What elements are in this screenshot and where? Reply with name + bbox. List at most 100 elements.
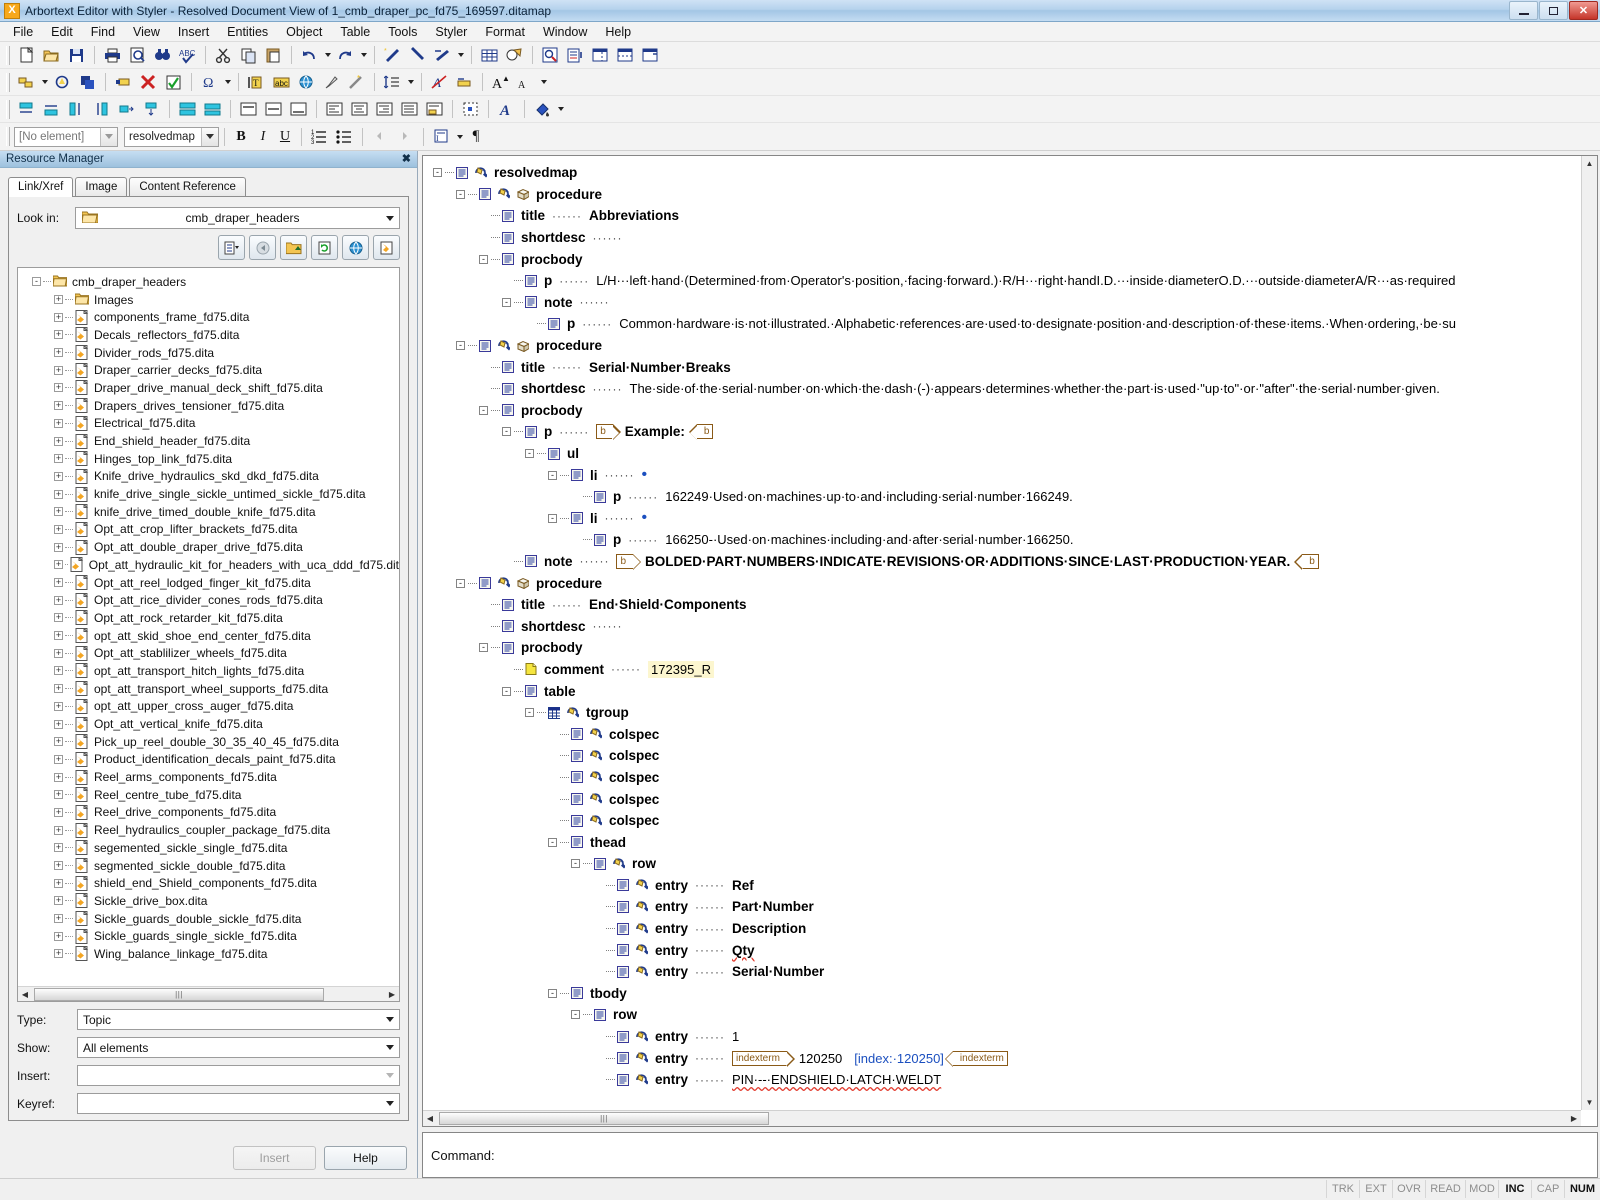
undo-dropdown-arrow[interactable] (322, 44, 333, 66)
doc-tree-node-entry[interactable]: + entry ······ Ref (423, 875, 1580, 897)
doc-tree-node-ul[interactable]: - ul (423, 443, 1580, 465)
resource-file-item[interactable]: + Opt_att_vertical_knife_fd75.dita (24, 715, 399, 733)
magic-wand-icon[interactable]: * (345, 71, 368, 93)
numbered-list-icon[interactable]: 123 (308, 126, 331, 148)
resource-file-item[interactable]: + opt_att_skid_shoe_end_center_fd75.dita (24, 627, 399, 645)
print-preview-icon[interactable] (126, 44, 149, 66)
object-properties-icon[interactable] (459, 98, 482, 120)
tree-expander[interactable]: - (456, 578, 465, 588)
doc-tree-node-p[interactable]: - p ······ b Example: b (423, 421, 1580, 443)
tree-expander[interactable]: + (54, 719, 63, 729)
font-dropdown-arrow[interactable] (538, 71, 549, 93)
italic-button[interactable]: I (252, 126, 274, 148)
doc-tree-node-entry[interactable]: + entry ······ Serial·Number (423, 961, 1580, 983)
resource-folder-item[interactable]: - cmb_draper_headers (24, 273, 399, 291)
toolbar-grip[interactable] (6, 72, 10, 92)
resource-file-item[interactable]: + Wing_balance_linkage_fd75.dita (24, 945, 399, 963)
tree-expander[interactable]: - (548, 988, 557, 998)
no-format-icon[interactable]: A (428, 71, 451, 93)
paragraph-block-middle-icon[interactable] (262, 98, 285, 120)
tree-expander[interactable]: - (479, 643, 488, 653)
insert-element-icon[interactable] (15, 71, 38, 93)
doc-tree-node-colspec[interactable]: + colspec (423, 767, 1580, 789)
tree-expander[interactable]: - (548, 837, 557, 847)
line-spacing-dropdown-arrow[interactable] (405, 71, 416, 93)
doc-tree-node-li[interactable]: - li ······ • (423, 508, 1580, 530)
resource-file-item[interactable]: + opt_att_transport_hitch_lights_fd75.dit… (24, 662, 399, 680)
show-select[interactable]: All elements (77, 1037, 400, 1058)
highlight-icon[interactable] (453, 71, 476, 93)
resource-file-item[interactable]: + segemented_sickle_single_fd75.dita (24, 839, 399, 857)
document-horizontal-scrollbar[interactable]: ◀ ||| ▶ (423, 1110, 1581, 1126)
tree-expander[interactable]: + (54, 489, 63, 499)
menu-entities[interactable]: Entities (218, 23, 277, 41)
tree-expander[interactable]: - (571, 859, 580, 869)
resource-file-item[interactable]: + Opt_att_reel_lodged_finger_kit_fd75.dit… (24, 574, 399, 592)
resource-file-item[interactable]: + shield_end_Shield_components_fd75.dita (24, 874, 399, 892)
toolbar-grip[interactable] (6, 127, 10, 146)
tree-expander[interactable]: + (54, 896, 63, 906)
line-spacing-icon[interactable] (381, 71, 404, 93)
file-tree-horizontal-scrollbar[interactable]: ◀ ||| ▶ (18, 986, 399, 1001)
tree-expander[interactable]: + (54, 754, 63, 764)
resource-file-item[interactable]: + Reel_centre_tube_fd75.dita (24, 786, 399, 804)
tree-expander[interactable]: + (54, 931, 63, 941)
tree-expander[interactable]: + (54, 790, 63, 800)
menu-find[interactable]: Find (82, 23, 124, 41)
menu-help[interactable]: Help (596, 23, 640, 41)
tree-expander[interactable]: + (54, 878, 63, 888)
split-cells-icon[interactable] (140, 98, 163, 120)
insert-text-icon[interactable]: T (245, 71, 268, 93)
tree-expander[interactable]: - (456, 341, 465, 351)
doc-tree-node-note[interactable]: note ······ b BOLDED·PART·NUMBERS·INDICATE·… (423, 551, 1580, 573)
doc-tree-node-li[interactable]: - li ······ • (423, 464, 1580, 486)
doc-tree-node-colspec[interactable]: + colspec (423, 810, 1580, 832)
resource-file-item[interactable]: + Opt_att_rock_retarder_kit_fd75.dita (24, 609, 399, 627)
toolbar-grip[interactable] (6, 45, 10, 65)
doc-tree-node-p[interactable]: p ······ 166250-·Used·on·machines·includin… (423, 529, 1580, 551)
page-layout-icon[interactable]: I (430, 126, 453, 148)
paste-icon[interactable] (262, 44, 285, 66)
tree-expander[interactable]: + (54, 861, 63, 871)
resource-file-item[interactable]: + Reel_drive_components_fd75.dita (24, 804, 399, 822)
minimize-button[interactable] (1509, 1, 1538, 20)
fill-color-dropdown-arrow[interactable] (555, 98, 566, 120)
tree-expander[interactable]: + (54, 348, 63, 358)
print-icon[interactable] (101, 44, 124, 66)
tree-expander[interactable]: + (54, 914, 63, 924)
tree-expander[interactable]: + (54, 666, 63, 676)
insert-element-dropdown-arrow[interactable] (39, 71, 50, 93)
back-button[interactable] (249, 235, 276, 260)
tree-expander[interactable]: + (54, 807, 63, 817)
doc-tree-node-colspec[interactable]: + colspec (423, 788, 1580, 810)
tree-expander[interactable]: + (54, 825, 63, 835)
doc-tree-node-procbody[interactable]: - procbody (423, 248, 1580, 270)
chevron-down-icon[interactable] (386, 1017, 394, 1022)
copy-icon[interactable] (237, 44, 260, 66)
doc-tree-node-thead[interactable]: - thead (423, 831, 1580, 853)
doc-tree-node-tbody[interactable]: - tbody (423, 983, 1580, 1005)
resource-file-item[interactable]: + Draper_drive_manual_deck_shift_fd75.dit… (24, 379, 399, 397)
resource-file-item[interactable]: + Reel_arms_components_fd75.dita (24, 768, 399, 786)
doc-tree-node-shortdesc[interactable]: shortdesc ······ The·side·of·the·serial·nu… (423, 378, 1580, 400)
scroll-thumb[interactable]: ||| (34, 987, 324, 1001)
help-button[interactable]: Help (324, 1146, 407, 1170)
status-inc[interactable]: INC (1498, 1179, 1531, 1198)
markup-dropdown-arrow[interactable] (455, 44, 466, 66)
insert-row-above-icon[interactable] (15, 98, 38, 120)
doc-tree-node-row[interactable]: - row (423, 1004, 1580, 1026)
tree-expander[interactable]: - (502, 297, 511, 307)
menu-file[interactable]: File (4, 23, 42, 41)
paragraph-block-bottom-icon[interactable] (287, 98, 310, 120)
text-wrap-icon[interactable] (423, 98, 446, 120)
doc-tree-node-entry[interactable]: + entry ······ Qty (423, 939, 1580, 961)
underline-button[interactable]: U (274, 126, 296, 148)
doc-tree-node-entry[interactable]: + entry ······ indexterm 120250 [index:·12025… (423, 1047, 1580, 1069)
chevron-down-icon[interactable] (386, 1073, 394, 1078)
doc-tree-node-title[interactable]: title ······ Abbreviations (423, 205, 1580, 227)
symbol-omega-icon[interactable]: Ω (198, 71, 221, 93)
type-select[interactable]: Topic (77, 1009, 400, 1030)
chevron-down-icon[interactable] (386, 1101, 394, 1106)
open-folder-icon[interactable] (40, 44, 63, 66)
tree-expander[interactable]: + (54, 365, 63, 375)
